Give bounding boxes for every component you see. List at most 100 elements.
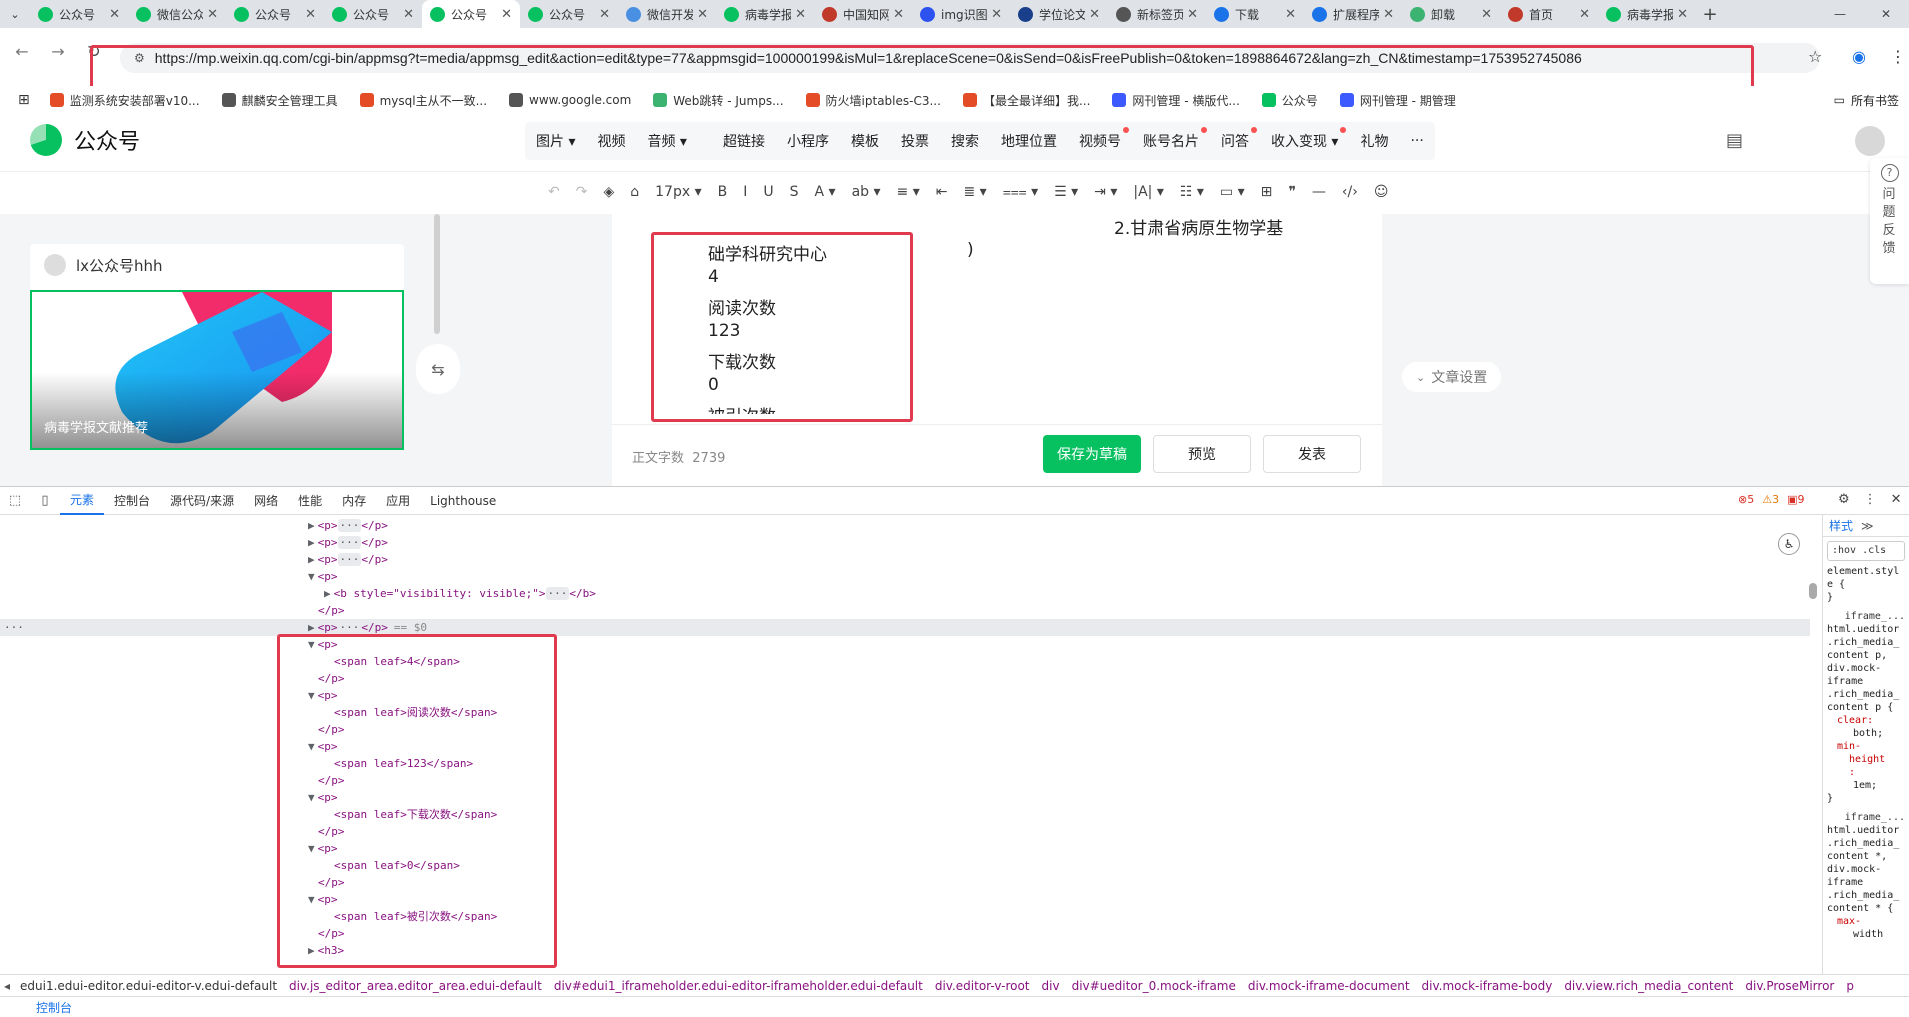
- format-tool[interactable]: ⇤: [936, 184, 948, 200]
- insert-item[interactable]: 视频: [586, 131, 636, 151]
- dom-scrollbar[interactable]: [1809, 523, 1817, 973]
- collapsed-children-icon[interactable]: ···: [545, 587, 570, 600]
- format-tool[interactable]: 17px ▾: [655, 184, 701, 200]
- format-tool[interactable]: ☺: [1374, 184, 1389, 200]
- browser-tab[interactable]: 扩展程序 ✕: [1304, 0, 1402, 28]
- insert-item[interactable]: ···: [1399, 133, 1434, 149]
- article-settings-button[interactable]: ⌄ 文章设置: [1402, 362, 1502, 392]
- article-card[interactable]: lx公众号hhh 病毒学报文献推荐: [30, 244, 404, 450]
- save-draft-button[interactable]: 保存为草稿: [1043, 435, 1141, 473]
- document-icon[interactable]: ▤: [1726, 130, 1743, 151]
- devtools-tab[interactable]: 控制台: [104, 487, 160, 515]
- article-cover[interactable]: 病毒学报文献推荐: [30, 290, 404, 450]
- collapse-arrow-icon[interactable]: ▼: [308, 570, 315, 583]
- insert-item[interactable]: 音频 ▾: [636, 131, 697, 151]
- browser-tab[interactable]: 中国知网 ✕: [814, 0, 912, 28]
- more-options-icon[interactable]: ⋮: [1864, 492, 1877, 507]
- profile-icon[interactable]: ◉: [1852, 47, 1866, 66]
- format-tool[interactable]: U: [763, 184, 773, 200]
- tab-search-button[interactable]: ⌄: [0, 0, 30, 28]
- tab-close-icon[interactable]: ✕: [501, 7, 512, 22]
- tab-close-icon[interactable]: ✕: [1089, 7, 1100, 22]
- article-line[interactable]: ): [967, 240, 974, 260]
- devtools-tab[interactable]: 应用: [376, 487, 420, 515]
- device-toolbar-icon[interactable]: ▯: [30, 493, 60, 508]
- dom-node[interactable]: ▼ <p>: [308, 568, 338, 585]
- browser-tab[interactable]: img识图 ✕: [912, 0, 1010, 28]
- format-tool[interactable]: B: [718, 184, 728, 200]
- dom-node[interactable]: ▶ <p> ··· </p>: [308, 551, 388, 568]
- tab-close-icon[interactable]: ✕: [1579, 7, 1590, 22]
- bookmark-item[interactable]: 【最全最详细】我...: [962, 92, 1090, 109]
- tab-close-icon[interactable]: ✕: [207, 7, 218, 22]
- browser-tab[interactable]: 学位论文 ✕: [1010, 0, 1108, 28]
- collapsed-children-icon[interactable]: ···: [337, 553, 362, 566]
- tab-close-icon[interactable]: ✕: [1285, 7, 1296, 22]
- breadcrumb-item[interactable]: div.mock-iframe-body: [1422, 979, 1553, 993]
- browser-tab[interactable]: 首页 ✕: [1500, 0, 1598, 28]
- format-tool[interactable]: ⊞: [1261, 184, 1273, 200]
- dom-node[interactable]: ▶ <p> ··· </p>: [308, 517, 388, 534]
- bookmark-item[interactable]: Web跳转 - Jumps...: [653, 92, 784, 109]
- browser-tab[interactable]: 新标签页 ✕: [1108, 0, 1206, 28]
- tab-close-icon[interactable]: ✕: [1187, 7, 1198, 22]
- format-tool[interactable]: ≣ ▾: [963, 184, 986, 200]
- tab-close-icon[interactable]: ✕: [305, 7, 316, 22]
- settings-gear-icon[interactable]: ⚙: [1838, 492, 1850, 507]
- dom-scrollbar-thumb[interactable]: [1809, 583, 1817, 599]
- format-tool[interactable]: ↷: [576, 184, 588, 200]
- new-tab-button[interactable]: +: [1696, 4, 1724, 25]
- browser-tab[interactable]: 公众号 ✕: [422, 0, 520, 28]
- collapsed-children-icon[interactable]: ···: [337, 519, 362, 532]
- expand-arrow-icon[interactable]: ▶: [308, 553, 315, 566]
- mp-logo[interactable]: 公众号: [30, 124, 140, 156]
- breadcrumb-item[interactable]: div.mock-iframe-document: [1248, 979, 1410, 993]
- bookmark-item[interactable]: mysql主从不一致...: [359, 92, 487, 109]
- devtools-tab[interactable]: 网络: [244, 487, 288, 515]
- close-window-button[interactable]: ✕: [1863, 0, 1909, 28]
- expand-arrow-icon[interactable]: ▶: [308, 536, 315, 549]
- tab-close-icon[interactable]: ✕: [1481, 7, 1492, 22]
- devtools-tab[interactable]: 性能: [288, 487, 332, 515]
- expand-arrow-icon[interactable]: ▶: [308, 519, 315, 532]
- format-tool[interactable]: S: [790, 184, 799, 200]
- format-tool[interactable]: ⇥ ▾: [1094, 184, 1117, 200]
- back-button[interactable]: ←: [10, 39, 34, 63]
- expand-arrow-icon[interactable]: ▶: [308, 621, 315, 634]
- tab-close-icon[interactable]: ✕: [1383, 7, 1394, 22]
- format-tool[interactable]: ☰ ▾: [1054, 184, 1078, 200]
- devtools-tab[interactable]: 内存: [332, 487, 376, 515]
- insert-item[interactable]: 图片 ▾: [525, 131, 586, 151]
- tab-close-icon[interactable]: ✕: [697, 7, 708, 22]
- bookmark-item[interactable]: 公众号: [1261, 92, 1318, 109]
- format-tool[interactable]: ‹/›: [1342, 184, 1358, 200]
- format-tool[interactable]: ☷ ▾: [1180, 184, 1204, 200]
- forward-button[interactable]: →: [46, 39, 70, 63]
- format-tool[interactable]: ↶: [548, 184, 560, 200]
- browser-tab[interactable]: 下载 ✕: [1206, 0, 1304, 28]
- tab-close-icon[interactable]: ✕: [403, 7, 414, 22]
- format-tool[interactable]: |A| ▾: [1133, 184, 1164, 200]
- swap-icon[interactable]: ⇆: [416, 344, 460, 394]
- bookmark-item[interactable]: 麒麟安全管理工具: [221, 92, 338, 109]
- accessibility-icon[interactable]: ♿: [1778, 533, 1800, 555]
- browser-tab[interactable]: 微信公众平台✕: [128, 0, 226, 28]
- browser-tab[interactable]: 卸载 ✕: [1402, 0, 1500, 28]
- insert-item[interactable]: 投票: [890, 131, 940, 151]
- dom-node[interactable]: </p>: [318, 602, 345, 619]
- browser-tab[interactable]: 公众号 ✕: [30, 0, 128, 28]
- tab-close-icon[interactable]: ✕: [599, 7, 610, 22]
- format-tool[interactable]: I: [743, 184, 747, 200]
- breadcrumb-item[interactable]: edui1.edui-editor.edui-editor-v.edui-def…: [20, 979, 277, 993]
- browser-tab[interactable]: 微信开发者✕: [618, 0, 716, 28]
- insert-item[interactable]: 问答: [1210, 127, 1260, 151]
- scroll-left-icon[interactable]: ◂: [4, 979, 10, 993]
- browser-tab[interactable]: 病毒学报 ✕: [716, 0, 814, 28]
- browser-tab[interactable]: 公众号 ✕: [226, 0, 324, 28]
- browser-menu-icon[interactable]: ⋮: [1890, 47, 1906, 66]
- apps-grid-icon[interactable]: ⊞: [18, 92, 30, 108]
- list-scrollbar[interactable]: [434, 214, 440, 334]
- tab-close-icon[interactable]: ✕: [1677, 7, 1688, 22]
- insert-item[interactable]: 搜索: [940, 131, 990, 151]
- breadcrumb-item[interactable]: p: [1846, 979, 1854, 993]
